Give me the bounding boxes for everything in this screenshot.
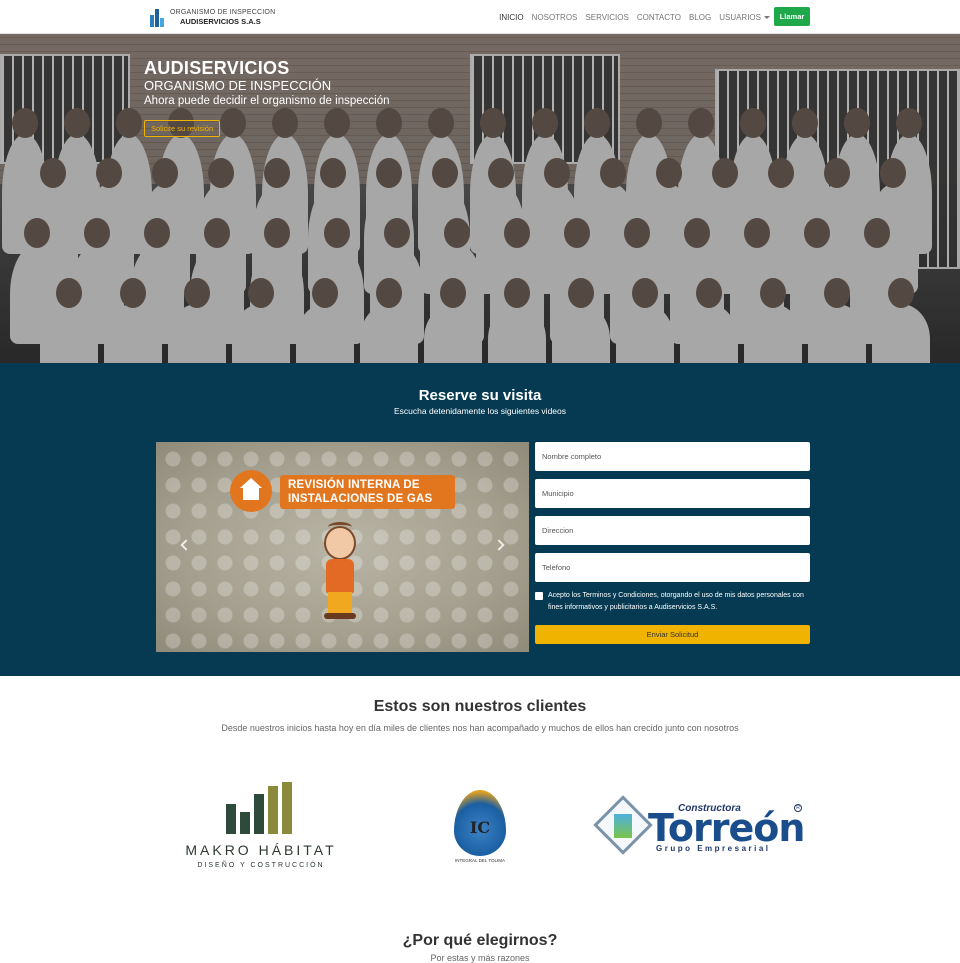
makro-name: MAKRO HÁBITAT xyxy=(185,842,337,858)
navbar: ORGANISMO DE INSPECCION AUDISERVICIOS S.… xyxy=(0,0,960,34)
video-banner-line2: INSTALACIONES DE GAS xyxy=(288,493,433,505)
request-inspection-button[interactable]: Solicite su revisión xyxy=(144,120,221,137)
buildings-icon xyxy=(150,7,164,27)
brand-text: ORGANISMO DE INSPECCION AUDISERVICIOS S.… xyxy=(170,8,275,26)
makro-bars-icon xyxy=(226,782,296,834)
makro-habitat-logo: MAKRO HÁBITAT DISEÑO Y COSTRUCCIÓN xyxy=(180,782,342,874)
video-banner-line1: REVISIÓN INTERNA DE xyxy=(288,479,420,491)
clients-subtitle: Desde nuestros inicios hasta hoy en día … xyxy=(221,723,739,733)
nav-link-servicios[interactable]: SERVICIOS xyxy=(585,13,628,22)
nav-link-blog[interactable]: BLOG xyxy=(689,13,711,22)
nav-links: INICIO NOSOTROS SERVICIOS CONTACTO BLOG … xyxy=(491,0,770,34)
torreon-group-text: Grupo Empresarial xyxy=(656,844,771,853)
municipality-field[interactable]: Municipio xyxy=(535,479,810,508)
submit-request-button[interactable]: Enviar Solicitud xyxy=(535,625,810,644)
clients-title: Estos son nuestros clientes xyxy=(373,698,587,715)
video-carousel[interactable]: REVISIÓN INTERNA DE INSTALACIONES DE GAS xyxy=(156,442,529,652)
nav-link-nosotros[interactable]: NOSOTROS xyxy=(532,13,578,22)
building-icon xyxy=(614,814,632,838)
visit-request-form: Nombre completo Municipio Direccion Tele… xyxy=(535,442,810,644)
video-banner: REVISIÓN INTERNA DE INSTALACIONES DE GAS xyxy=(280,475,455,509)
integral-tolima-logo: IC INTEGRAL DEL TOLIMA xyxy=(446,790,514,870)
brand-logo-link[interactable]: ORGANISMO DE INSPECCION AUDISERVICIOS S.… xyxy=(150,6,275,28)
nav-link-contacto[interactable]: CONTACTO xyxy=(637,13,681,22)
hero-subtitle: ORGANISMO DE INSPECCIÓN xyxy=(144,78,332,93)
brand-top-text: ORGANISMO DE INSPECCION xyxy=(170,9,276,16)
reserve-subtitle: Escucha detenidamente los siguientes vid… xyxy=(394,406,566,416)
phone-field[interactable]: Telefono xyxy=(535,553,810,582)
nav-link-usuarios[interactable]: USUARIOS xyxy=(719,13,770,22)
integral-name: INTEGRAL DEL TOLIMA xyxy=(454,858,505,863)
house-icon xyxy=(240,478,262,502)
reserve-section: Reserve su visita Escucha detenidamente … xyxy=(0,363,960,676)
nav-link-inicio[interactable]: INICIO xyxy=(499,13,523,22)
nav-link-usuarios-label: USUARIOS xyxy=(719,12,761,22)
hero-title: AUDISERVICIOS xyxy=(144,58,290,78)
full-name-field[interactable]: Nombre completo xyxy=(535,442,810,471)
reserve-title: Reserve su visita xyxy=(418,387,542,404)
hero-text-block: AUDISERVICIOS ORGANISMO DE INSPECCIÓN Ah… xyxy=(144,58,390,137)
torreon-logo: Constructora Torreón Grupo Empresarial R xyxy=(593,795,808,858)
why-choose-us-title: ¿Por qué elegirnos? xyxy=(402,932,558,949)
torreon-name: Torreón xyxy=(648,806,805,850)
hero-tagline: Ahora puede decidir el organismo de insp… xyxy=(144,95,390,107)
makro-tagline: DISEÑO Y COSTRUCCIÓN xyxy=(197,862,325,869)
address-field[interactable]: Direccion xyxy=(535,516,810,545)
integral-letters: IC xyxy=(469,818,491,837)
registered-icon: R xyxy=(794,804,802,812)
hero-banner: AUDISERVICIOS ORGANISMO DE INSPECCIÓN Ah… xyxy=(0,34,960,363)
why-choose-us-subtitle: Por estas y más razones xyxy=(430,953,530,963)
consent-checkbox[interactable] xyxy=(535,592,543,600)
caret-down-icon xyxy=(764,15,770,19)
call-button[interactable]: Llamar xyxy=(774,7,810,26)
consent-text: Acepto los Terminos y Condiciones, otorg… xyxy=(548,592,804,611)
consent-row: Acepto los Terminos y Condiciones, otorg… xyxy=(535,590,810,614)
brand-bottom-text: AUDISERVICIOS S.A.S xyxy=(180,17,261,26)
cartoon-character xyxy=(318,522,362,621)
